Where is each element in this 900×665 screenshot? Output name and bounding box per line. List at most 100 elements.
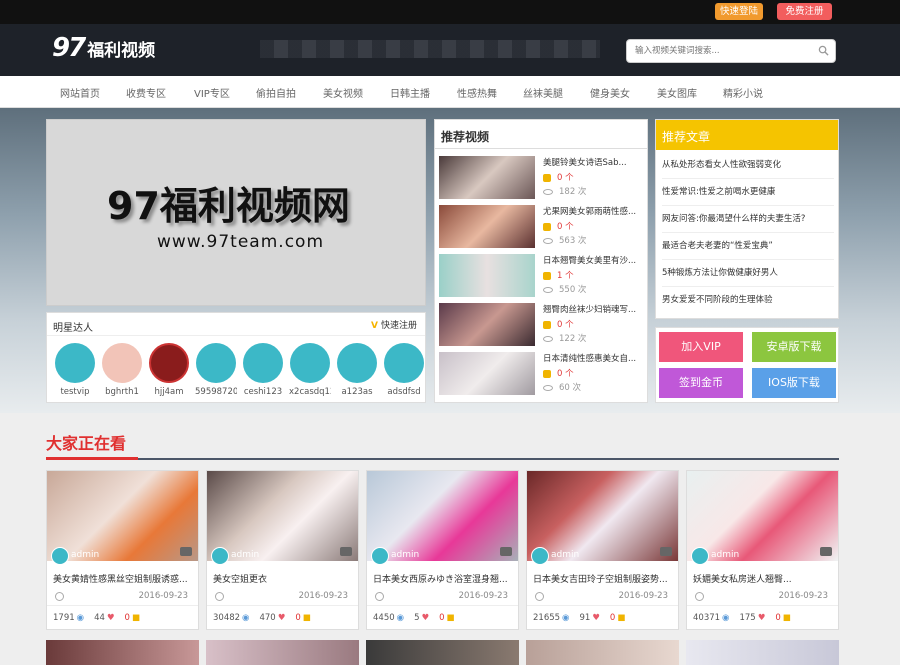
article-link[interactable]: 网友问答:你最渴望什么样的夫妻生活?: [662, 206, 834, 233]
coin-icon: [543, 320, 551, 329]
video-card[interactable]: admin 妖媚美女私房迷人翘臀... 2016-09-23 40371 ◉ 175…: [686, 470, 839, 630]
recommended-video-item[interactable]: 尤果网美女郭雨萌性感... 0 个 563 次: [439, 205, 645, 251]
video-views: 122 次: [543, 332, 586, 344]
video-title: 美腿铃美女诗语Sab...: [543, 158, 627, 168]
nav-novels[interactable]: 精彩小说: [723, 85, 763, 100]
video-thumbnail: [439, 303, 535, 346]
quick-login-button[interactable]: 快速登陆: [715, 3, 763, 20]
video-thumbnail: [439, 254, 535, 297]
eye-icon: [543, 188, 553, 195]
video-card-partial[interactable]: [366, 640, 519, 665]
nav-beauty-video[interactable]: 美女视频: [323, 85, 363, 100]
star-user[interactable]: x2casdq12: [289, 343, 331, 397]
quick-register-label: 快速注册: [380, 321, 417, 331]
nav-paid[interactable]: 收费专区: [126, 85, 166, 100]
coin-icon: ■: [302, 613, 311, 623]
avatar: [211, 547, 229, 565]
video-title: 翘臀肉丝袜少妇销魂写...: [543, 305, 637, 315]
nav-vip[interactable]: VIP专区: [194, 85, 230, 100]
video-coins: 0 个: [543, 318, 574, 330]
nav-fitness[interactable]: 健身美女: [590, 85, 630, 100]
article-link[interactable]: 性爱常识:性爱之前喝水更健康: [662, 179, 834, 206]
star-user[interactable]: adsdfsd: [383, 343, 425, 397]
join-vip-button[interactable]: 加入VIP: [659, 332, 743, 362]
video-title: 日本美女西原みゆき浴室湿身翘...: [373, 575, 508, 585]
video-card[interactable]: admin 日本美女西原みゆき浴室湿身翘... 2016-09-23 4450 ◉…: [366, 470, 519, 630]
video-date: 2016-09-23: [298, 591, 348, 601]
checkin-coins-button[interactable]: 签到金币: [659, 368, 743, 398]
video-date: 2016-09-23: [138, 591, 188, 601]
nav-dance[interactable]: 性感热舞: [457, 85, 497, 100]
video-card[interactable]: admin 美女黄婧性感黑丝空姐制服诱惑... 2016-09-23 1791 ◉…: [46, 470, 199, 630]
star-user[interactable]: hjj4am: [148, 343, 190, 397]
video-title: 日本美女吉田玲子空姐制服姿势...: [533, 575, 668, 585]
quick-register-link[interactable]: V 快速注册: [371, 318, 417, 331]
video-stats: 1791 ◉ 44 ♥ 0 ■: [53, 613, 140, 623]
recommended-video-item[interactable]: 日本翘臀美女美里有沙... 1 个 550 次: [439, 254, 645, 300]
search-input[interactable]: [627, 40, 807, 62]
search-icon[interactable]: [818, 45, 829, 56]
video-date: 2016-09-23: [618, 591, 668, 601]
star-user[interactable]: ceshi123: [242, 343, 284, 397]
video-coins: 0 个: [543, 220, 574, 232]
star-user-name: a123as: [341, 387, 373, 397]
recommended-video-item[interactable]: 日本清纯性感惠美女自... 0 个 60 次: [439, 352, 645, 398]
avatar: [196, 343, 236, 383]
star-user[interactable]: a123as: [336, 343, 378, 397]
avatar: [691, 547, 709, 565]
nav-gallery[interactable]: 美女图库: [657, 85, 697, 100]
eye-icon: ◉: [396, 613, 405, 623]
site-logo[interactable]: 97 福利视频: [52, 31, 155, 65]
main-nav: 网站首页 收费专区 VIP专区 偷拍自拍 美女视频 日韩主播 性感热舞 丝袜美腿…: [0, 76, 900, 108]
star-users-panel: 明星达人 V 快速注册 testvip bghrth1 hjj4am 595987…: [46, 312, 426, 403]
video-thumbnail: [207, 471, 358, 561]
main-banner[interactable]: 97福利视频网 www.97team.com: [46, 119, 426, 306]
ios-download-button[interactable]: IOS版下载: [752, 368, 836, 398]
coin-icon: ■: [131, 613, 140, 623]
article-link[interactable]: 男女爱爱不同阶段的生理体验: [662, 287, 834, 314]
video-views: 182 次: [543, 185, 586, 197]
nav-selfie[interactable]: 偷拍自拍: [256, 85, 296, 100]
nav-stockings[interactable]: 丝袜美腿: [523, 85, 563, 100]
video-date: 2016-09-23: [778, 591, 828, 601]
article-link[interactable]: 5种锻炼方法让你做健康好男人: [662, 260, 834, 287]
video-card-partial[interactable]: [206, 640, 359, 665]
banner-title: 97福利视频网: [107, 184, 350, 228]
video-card-partial[interactable]: [46, 640, 199, 665]
video-card[interactable]: admin 日本美女吉田玲子空姐制服姿势... 2016-09-23 21655…: [526, 470, 679, 630]
video-title: 妖媚美女私房迷人翘臀...: [693, 575, 792, 585]
star-user[interactable]: 59598720: [195, 343, 237, 397]
video-camera-icon: [660, 547, 672, 556]
video-card-partial[interactable]: [526, 640, 679, 665]
video-stats: 30482 ◉ 470 ♥ 0 ■: [213, 613, 311, 623]
recommended-video-item[interactable]: 翘臀肉丝袜少妇销魂写... 0 个 122 次: [439, 303, 645, 349]
star-user[interactable]: testvip: [54, 343, 96, 397]
video-thumbnail: [527, 471, 678, 561]
video-card-partial[interactable]: [686, 640, 839, 665]
watching-section-title: 大家正在看: [46, 434, 127, 453]
nav-jk-hosts[interactable]: 日韩主播: [390, 85, 430, 100]
uploader-name: admin: [391, 550, 420, 560]
v-icon: V: [371, 321, 378, 331]
eye-icon: [543, 335, 553, 342]
video-thumbnail: [367, 471, 518, 561]
android-download-button[interactable]: 安卓版下载: [752, 332, 836, 362]
eye-icon: [543, 384, 553, 391]
nav-home[interactable]: 网站首页: [60, 85, 100, 100]
video-camera-icon: [180, 547, 192, 556]
clock-icon: [695, 592, 704, 601]
recommended-video-item[interactable]: 美腿铃美女诗语Sab... 0 个 182 次: [439, 156, 645, 202]
free-register-button[interactable]: 免费注册: [777, 3, 832, 20]
heart-icon: ♥: [421, 613, 430, 623]
star-user[interactable]: bghrth1: [101, 343, 143, 397]
article-link[interactable]: 从私处形态看女人性欲强弱变化: [662, 152, 834, 179]
article-link[interactable]: 最适合老夫老妻的“性爱宝典”: [662, 233, 834, 260]
heart-icon: ♥: [277, 613, 286, 623]
video-title: 尤果网美女郭雨萌性感...: [543, 207, 637, 217]
video-thumbnail: [439, 205, 535, 248]
video-card[interactable]: admin 美女空姐更衣 2016-09-23 30482 ◉ 470 ♥ 0 ■: [206, 470, 359, 630]
video-coins: 0 个: [543, 171, 574, 183]
top-bar: 快速登陆 免费注册: [0, 0, 900, 24]
video-title: 美女黄婧性感黑丝空姐制服诱惑...: [53, 575, 188, 585]
eye-icon: ◉: [242, 613, 250, 623]
